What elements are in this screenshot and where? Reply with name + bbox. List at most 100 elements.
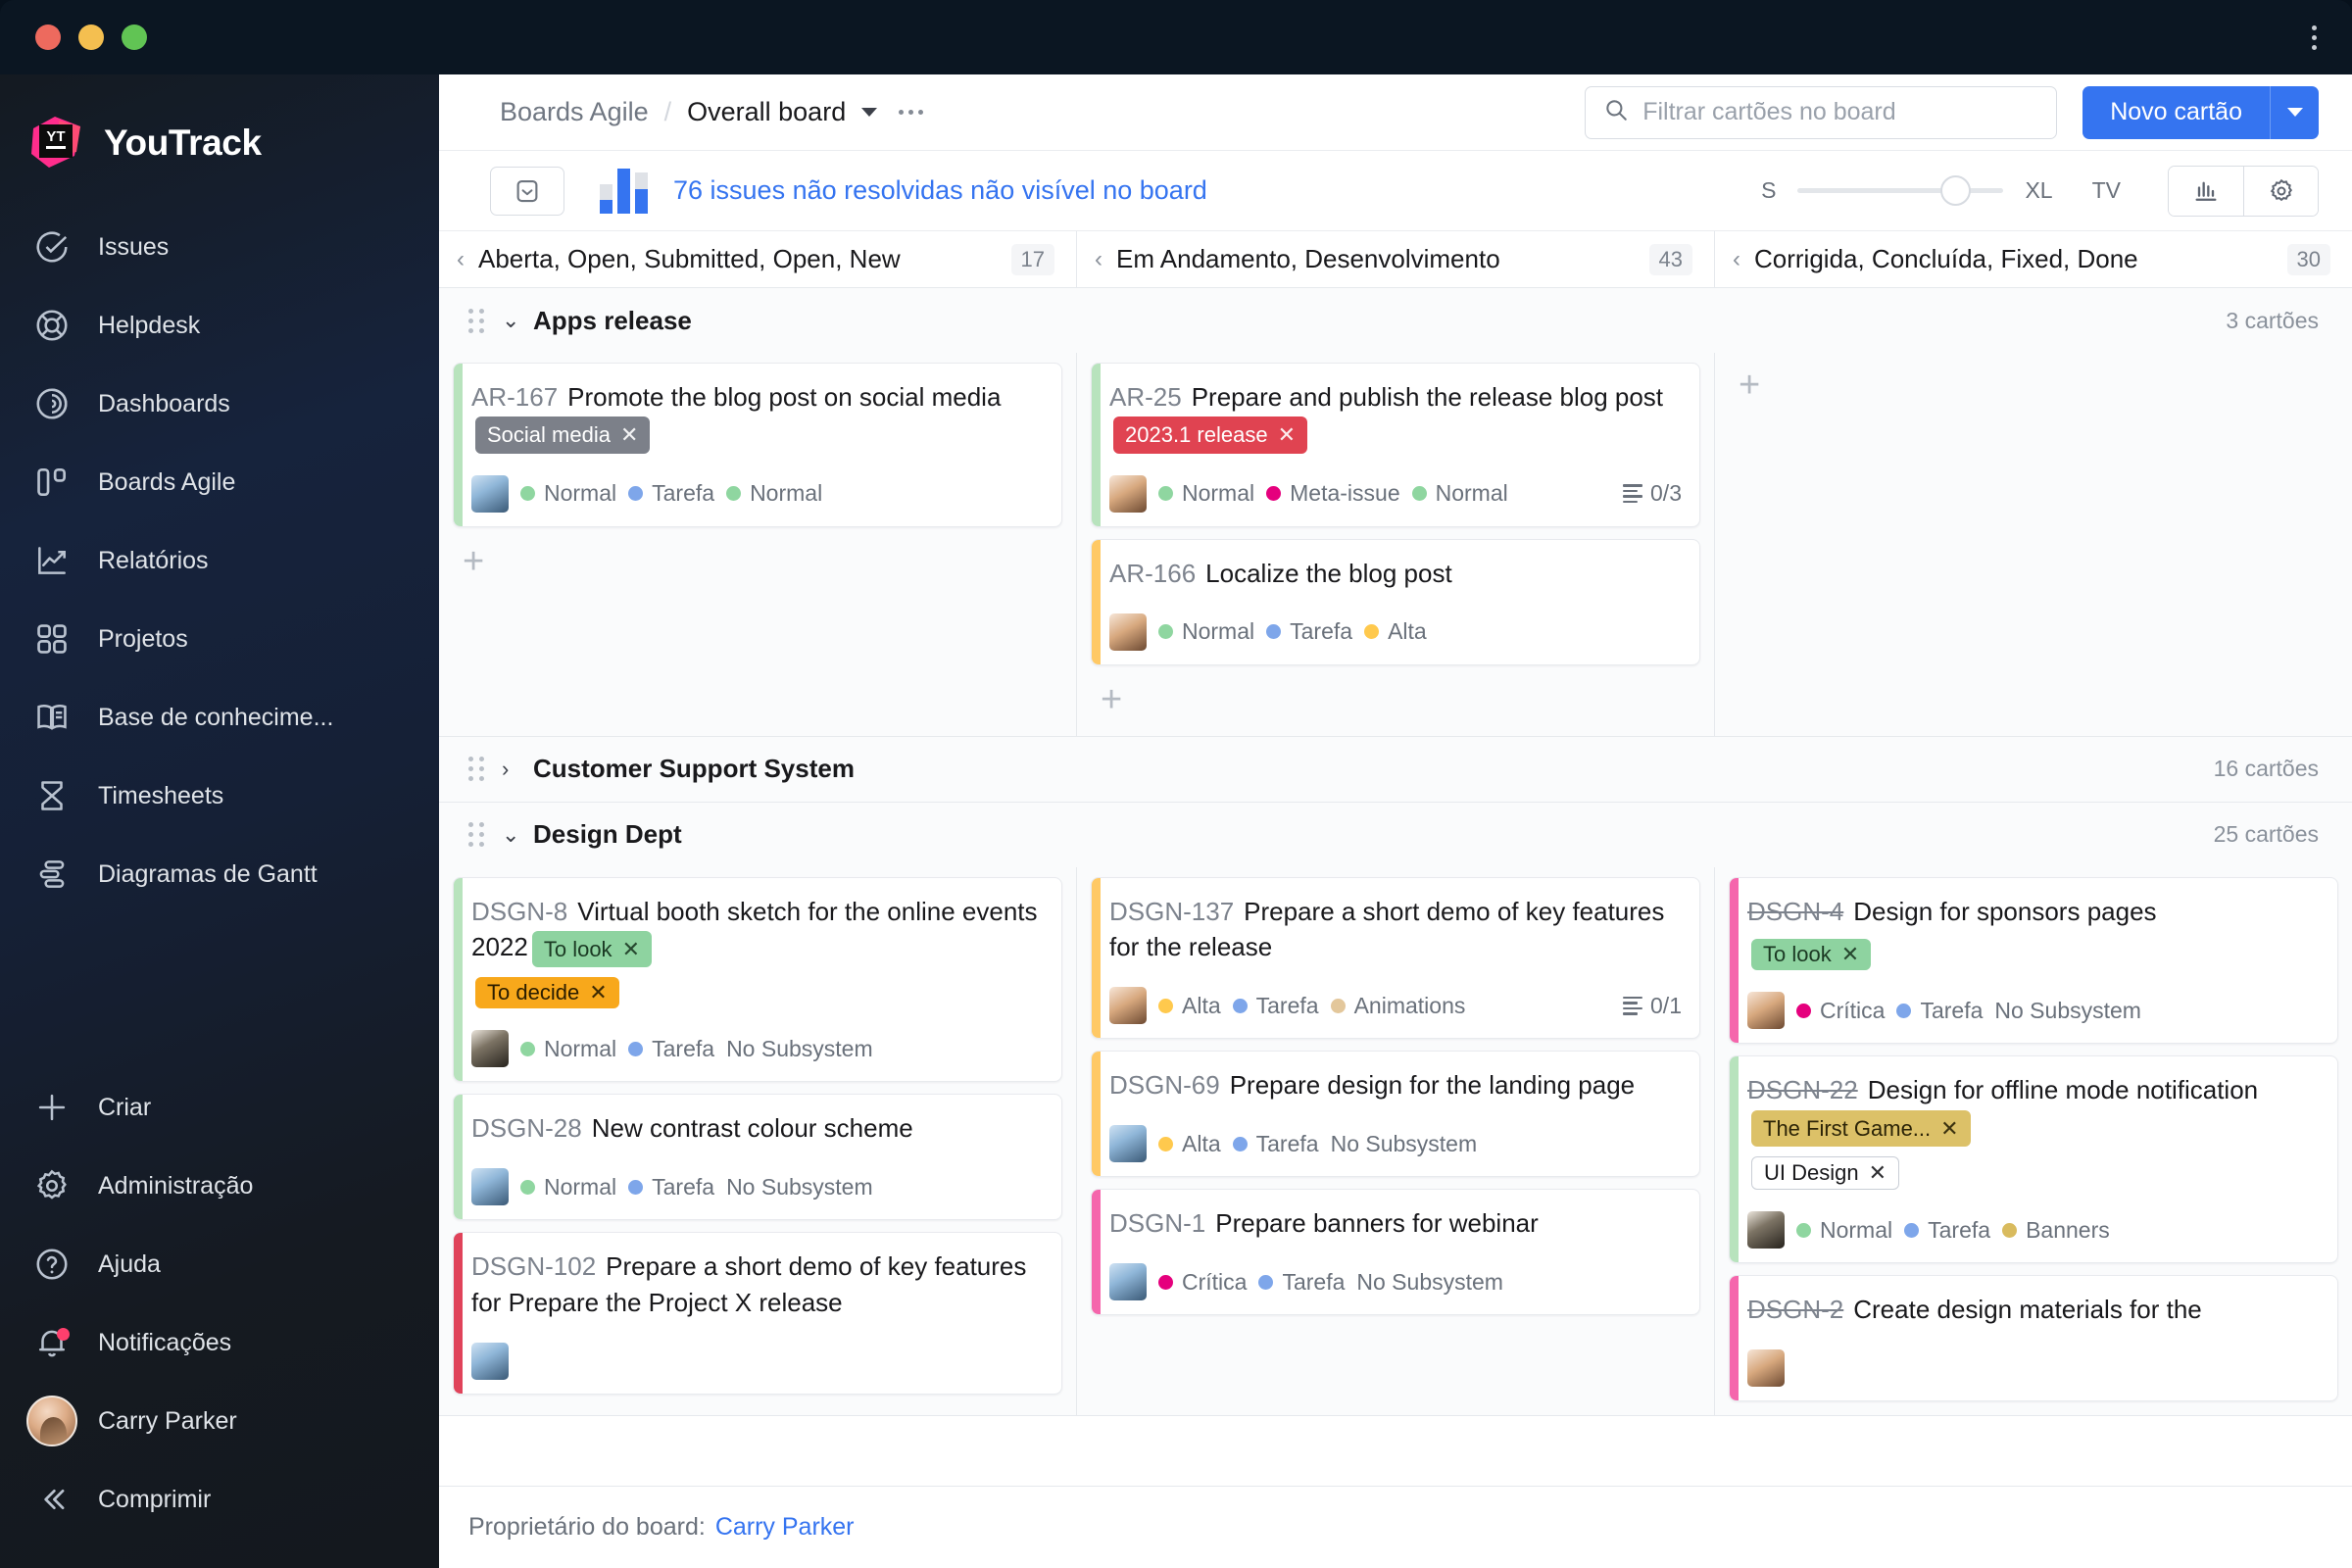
traffic-lights (35, 24, 147, 50)
card-size-slider[interactable] (1797, 175, 2004, 206)
unresolved-issues-link[interactable]: 76 issues não resolvidas não visível no … (673, 175, 1207, 206)
board-card[interactable]: AR-25 Prepare and publish the release blo… (1091, 363, 1700, 527)
card-issue-id[interactable]: DSGN-22 (1747, 1075, 1858, 1104)
close-window-button[interactable] (35, 24, 61, 50)
card-size-slider-knob[interactable] (1940, 175, 1972, 206)
board-card[interactable]: DSGN-28 New contrast colour scheme Normal T… (453, 1094, 1062, 1221)
remove-tag-icon[interactable]: ✕ (1869, 1160, 1886, 1186)
sidebar-item-user-profile[interactable]: Carry Parker (0, 1382, 439, 1460)
collapse-column-icon[interactable]: ‹ (1733, 247, 1740, 271)
sidebar-item-dashboards[interactable]: Dashboards (0, 365, 439, 443)
swimlane-columns: DSGN-8 Virtual booth sketch for the onlin… (439, 866, 2352, 1415)
card-title-line: AR-166 Localize the blog post (1109, 556, 1682, 592)
remove-tag-icon[interactable]: ✕ (620, 419, 638, 450)
card-title-line: DSGN-28 New contrast colour scheme (471, 1110, 1044, 1147)
chevron-down-icon[interactable] (861, 108, 878, 117)
minimize-window-button[interactable] (78, 24, 104, 50)
sidebar-item-label: Helpdesk (98, 311, 201, 339)
card-issue-id[interactable]: DSGN-8 (471, 897, 567, 926)
add-card-button[interactable]: + (453, 539, 502, 584)
sidebar-item-timesheets[interactable]: Timesheets (0, 757, 439, 835)
board-card[interactable]: DSGN-4 Design for sponsors pages To look ✕ C… (1729, 876, 2338, 1045)
collapse-column-icon[interactable]: ‹ (1095, 247, 1102, 271)
card-issue-id[interactable]: DSGN-137 (1109, 897, 1234, 926)
swimlane-header: ⌄ Design Dept 25 cartões (439, 802, 2352, 867)
card-inline-tag[interactable]: Social media ✕ (475, 416, 651, 454)
sidebar-item-boards-agile[interactable]: Boards Agile (0, 443, 439, 521)
card-block-tag[interactable]: UI Design ✕ (1751, 1156, 1900, 1191)
sidebar-item-relatorios[interactable]: Relatórios (0, 521, 439, 600)
card-meta: Alta Tarefa Animations 0/1 (1109, 987, 1682, 1025)
new-card-dropdown-button[interactable] (2270, 85, 2319, 139)
chart-bars-icon[interactable] (2169, 166, 2243, 216)
card-issue-id[interactable]: AR-167 (471, 382, 558, 412)
sidebar-item-projetos[interactable]: Projetos (0, 600, 439, 678)
brand-logo-area[interactable]: YT YouTrack (0, 96, 439, 190)
sidebar-item-administracao[interactable]: Administração (0, 1147, 439, 1225)
drag-handle-icon[interactable] (468, 822, 484, 848)
remove-tag-icon[interactable]: ✕ (622, 934, 640, 964)
sidebar-item-issues[interactable]: Issues (0, 208, 439, 286)
collapse-column-icon[interactable]: ‹ (457, 247, 465, 271)
swimlane-toggle-icon[interactable]: › (502, 757, 519, 782)
card-tag-row: To look ✕ (1747, 939, 2320, 971)
new-card-button[interactable]: Novo cartão (2082, 85, 2270, 139)
breadcrumb-current-board[interactable]: Overall board (687, 97, 846, 127)
board-card[interactable]: AR-167 Promote the blog post on social me… (453, 363, 1062, 527)
drag-handle-icon[interactable] (468, 308, 484, 333)
card-issue-id[interactable]: DSGN-1 (1109, 1208, 1205, 1238)
remove-tag-icon[interactable]: ✕ (1841, 942, 1859, 967)
add-card-button[interactable]: + (1729, 363, 1778, 408)
sidebar-item-criar[interactable]: Criar (0, 1068, 439, 1147)
swimlane-toggle-icon[interactable]: ⌄ (502, 822, 519, 848)
swimlane-toggle-icon[interactable]: ⌄ (502, 308, 519, 333)
card-issue-id[interactable]: AR-166 (1109, 559, 1196, 588)
board-card[interactable]: DSGN-2 Create design materials for the (1729, 1275, 2338, 1401)
board-owner-link[interactable]: Carry Parker (715, 1513, 855, 1542)
card-inline-tag[interactable]: To look ✕ (531, 930, 652, 968)
sidebar-item-diagramas-de-gantt[interactable]: Diagramas de Gantt (0, 835, 439, 913)
remove-tag-icon[interactable]: ✕ (589, 980, 607, 1005)
board-card[interactable]: DSGN-69 Prepare design for the landing pa… (1091, 1051, 1700, 1178)
tv-mode-button[interactable]: TV (2092, 177, 2121, 204)
drag-handle-icon[interactable] (468, 757, 484, 782)
maximize-window-button[interactable] (122, 24, 147, 50)
board-filter-search[interactable] (1585, 85, 2058, 139)
inbox-arrow-icon[interactable] (490, 166, 564, 216)
tag-label: The First Game... (1763, 1115, 1932, 1141)
card-issue-id[interactable]: DSGN-28 (471, 1113, 582, 1143)
card-block-tag[interactable]: To look ✕ (1751, 939, 1872, 971)
card-issue-id[interactable]: AR-25 (1109, 382, 1182, 412)
board-card[interactable]: DSGN-22 Design for offline mode notificat… (1729, 1055, 2338, 1264)
card-issue-id[interactable]: DSGN-69 (1109, 1070, 1220, 1100)
remove-tag-icon[interactable]: ✕ (1278, 419, 1296, 450)
sidebar-item-base-de-conhecimento[interactable]: Base de conhecime... (0, 678, 439, 757)
card-issue-id[interactable]: DSGN-2 (1747, 1295, 1843, 1324)
ellipsis-icon[interactable] (899, 110, 924, 115)
board-card[interactable]: AR-166 Localize the blog post Normal Tarefa… (1091, 538, 1700, 665)
card-field-label: No Subsystem (1994, 997, 2141, 1023)
board-card[interactable]: DSGN-102 Prepare a short demo of key feat… (453, 1232, 1062, 1395)
breadcrumb-parent-link[interactable]: Boards Agile (500, 97, 649, 127)
kebab-menu-icon[interactable] (2312, 24, 2317, 50)
card-inline-tag[interactable]: 2023.1 release ✕ (1113, 416, 1307, 454)
add-card-button[interactable]: + (1091, 677, 1140, 722)
gear-icon (29, 1163, 74, 1208)
sidebar-item-comprimir[interactable]: Comprimir (0, 1460, 439, 1539)
gear-icon[interactable] (2243, 166, 2318, 216)
board-card[interactable]: DSGN-1 Prepare banners for webinar Crítica… (1091, 1189, 1700, 1316)
card-inline-tag[interactable]: The First Game... ✕ (1751, 1109, 1971, 1148)
sidebar-item-notificacoes[interactable]: Notificações (0, 1303, 439, 1382)
card-block-tag[interactable]: To decide ✕ (475, 977, 619, 1009)
bar-chart-icon[interactable] (600, 168, 648, 214)
sidebar-item-helpdesk[interactable]: Helpdesk (0, 286, 439, 365)
card-issue-id[interactable]: DSGN-4 (1747, 897, 1843, 926)
board-card[interactable]: DSGN-137 Prepare a short demo of key feat… (1091, 876, 1700, 1040)
remove-tag-icon[interactable]: ✕ (1940, 1113, 1958, 1144)
radar-icon (29, 381, 74, 426)
board-card[interactable]: DSGN-8 Virtual booth sketch for the onlin… (453, 876, 1062, 1083)
card-field-label: No Subsystem (1356, 1268, 1503, 1295)
search-input[interactable] (1642, 98, 2039, 126)
card-issue-id[interactable]: DSGN-102 (471, 1251, 596, 1281)
sidebar-item-ajuda[interactable]: Ajuda (0, 1225, 439, 1303)
